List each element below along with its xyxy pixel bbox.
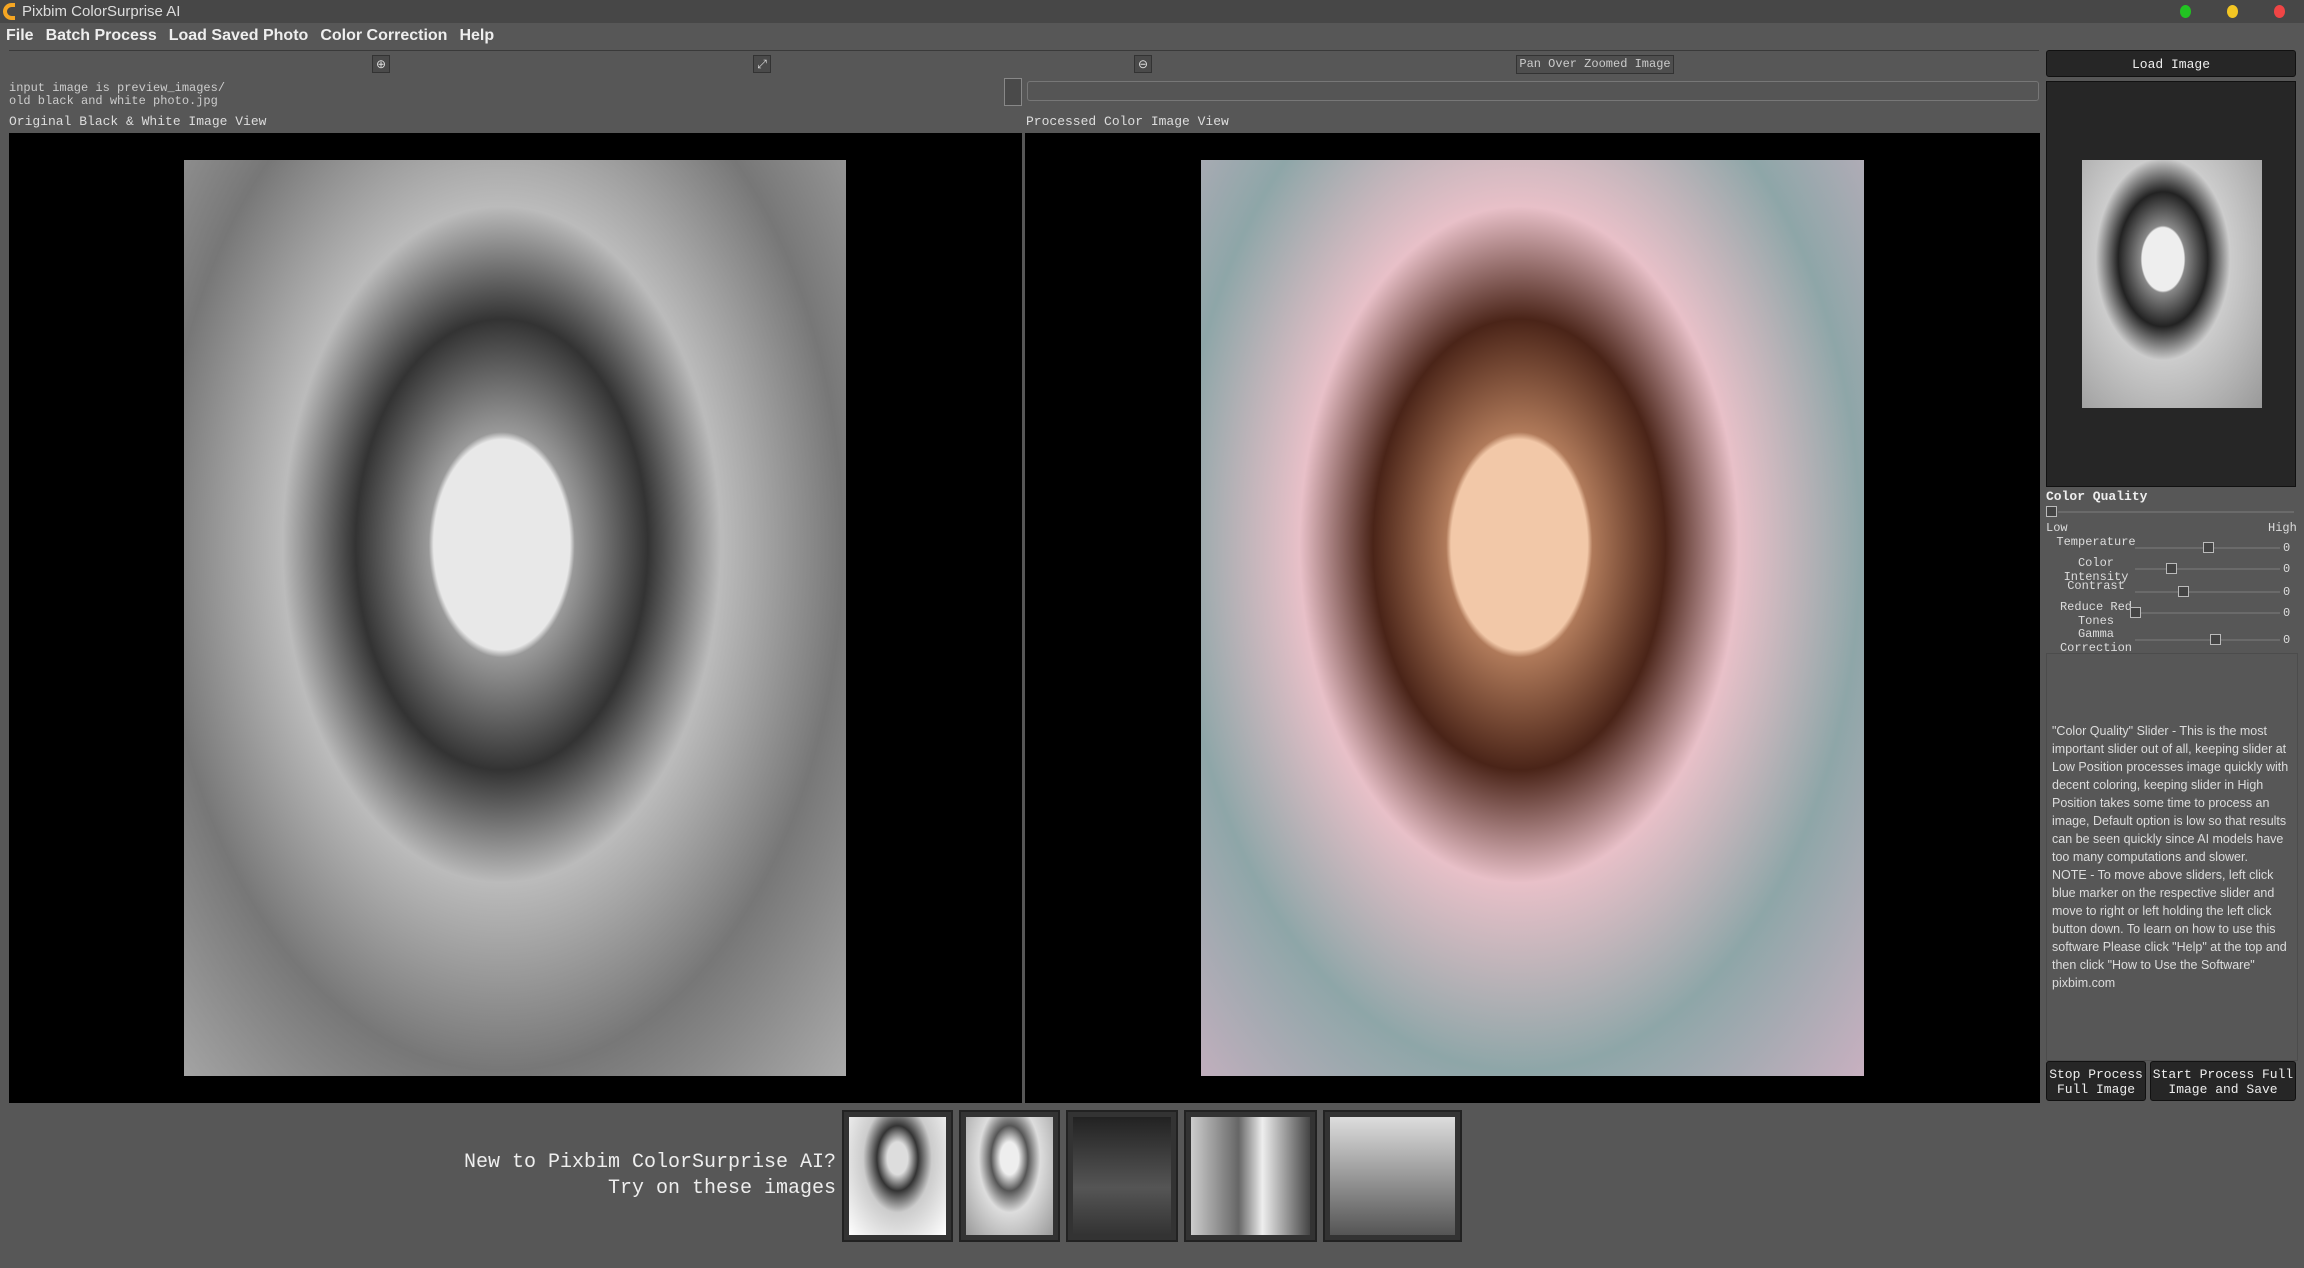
stop-process-button[interactable]: Stop Process Full Image bbox=[2046, 1061, 2146, 1101]
sample-thumbnail[interactable] bbox=[842, 1110, 953, 1242]
slider-track[interactable] bbox=[2135, 568, 2280, 570]
menu-help[interactable]: Help bbox=[459, 27, 494, 44]
info-text: input image is preview_images/old black … bbox=[9, 82, 999, 108]
menu-batch-process[interactable]: Batch Process bbox=[46, 27, 157, 44]
pan-over-zoomed-image-button[interactable]: Pan Over Zoomed Image bbox=[1516, 55, 1674, 74]
sample-thumbnail[interactable] bbox=[1066, 1110, 1178, 1242]
slider-knob[interactable] bbox=[2177, 586, 2189, 597]
load-image-button[interactable]: Load Image bbox=[2046, 50, 2296, 77]
scroll-spinner[interactable] bbox=[1004, 78, 1022, 106]
slider-label: Temperature bbox=[2056, 535, 2136, 549]
slider-value: 0 bbox=[2283, 541, 2291, 555]
color-quality-slider-knob[interactable] bbox=[2046, 506, 2057, 517]
slider-knob[interactable] bbox=[2202, 542, 2214, 553]
slider-value: 0 bbox=[2283, 562, 2291, 576]
minimize-button[interactable] bbox=[2227, 5, 2238, 18]
processed-image-view[interactable] bbox=[1025, 133, 2040, 1103]
preview-panel bbox=[2046, 81, 2296, 487]
processed-photo bbox=[1201, 160, 1864, 1076]
menu-bar: File Batch Process Load Saved Photo Color C… bbox=[0, 23, 2304, 49]
sample-images-prompt: New to Pixbim ColorSurprise AI? Try on th… bbox=[380, 1150, 836, 1202]
color-quality-title: Color Quality bbox=[2046, 489, 2148, 504]
slider-track[interactable] bbox=[2135, 612, 2280, 614]
sample-thumbnail[interactable] bbox=[959, 1110, 1060, 1242]
slider-knob[interactable] bbox=[2166, 563, 2178, 574]
original-view-label: Original Black & White Image View bbox=[9, 114, 267, 129]
divider bbox=[9, 50, 2039, 51]
zoom-in-icon[interactable]: ⊕ bbox=[372, 55, 390, 73]
color-quality-slider[interactable] bbox=[2058, 511, 2294, 513]
slider-label: Gamma Correction bbox=[2059, 627, 2132, 655]
menu-load-saved-photo[interactable]: Load Saved Photo bbox=[169, 27, 309, 44]
menu-color-correction[interactable]: Color Correction bbox=[320, 27, 447, 44]
close-button[interactable] bbox=[2274, 5, 2285, 18]
slider-knob[interactable] bbox=[2209, 634, 2221, 645]
title-bar: Pixbim ColorSurprise AI bbox=[0, 0, 2304, 23]
prompt-line: Try on these images bbox=[607, 1177, 836, 1200]
preview-thumbnail bbox=[2082, 160, 2262, 408]
slider-knob[interactable] bbox=[2130, 607, 2141, 618]
slider-track[interactable] bbox=[2135, 591, 2280, 593]
low-label: Low bbox=[2046, 521, 2068, 535]
processed-view-label: Processed Color Image View bbox=[1026, 114, 1229, 129]
prompt-line: New to Pixbim ColorSurprise AI? bbox=[463, 1151, 836, 1174]
original-image-view[interactable] bbox=[9, 133, 1022, 1103]
maximize-button[interactable] bbox=[2180, 5, 2191, 18]
info-line: old black and white photo.jpg bbox=[9, 94, 218, 108]
expand-icon[interactable]: ⤢ bbox=[753, 55, 771, 73]
slider-value: 0 bbox=[2283, 633, 2291, 647]
slider-value: 0 bbox=[2283, 606, 2291, 620]
slider-label: Contrast bbox=[2067, 579, 2125, 593]
high-label: High bbox=[2268, 521, 2297, 535]
window-title: Pixbim ColorSurprise AI bbox=[22, 3, 181, 20]
zoom-out-icon[interactable]: ⊖ bbox=[1134, 55, 1152, 73]
help-text: "Color Quality" Slider - This is the mos… bbox=[2046, 653, 2298, 1061]
original-photo bbox=[184, 160, 846, 1076]
slider-value: 0 bbox=[2283, 585, 2291, 599]
progress-bar bbox=[1027, 81, 2039, 101]
slider-track[interactable] bbox=[2135, 639, 2280, 641]
menu-file[interactable]: File bbox=[6, 27, 34, 44]
start-process-button[interactable]: Start Process Full Image and Save bbox=[2150, 1061, 2296, 1101]
app-logo-icon bbox=[3, 3, 15, 20]
sample-thumbnail[interactable] bbox=[1323, 1110, 1462, 1242]
sample-thumbnail[interactable] bbox=[1184, 1110, 1317, 1242]
